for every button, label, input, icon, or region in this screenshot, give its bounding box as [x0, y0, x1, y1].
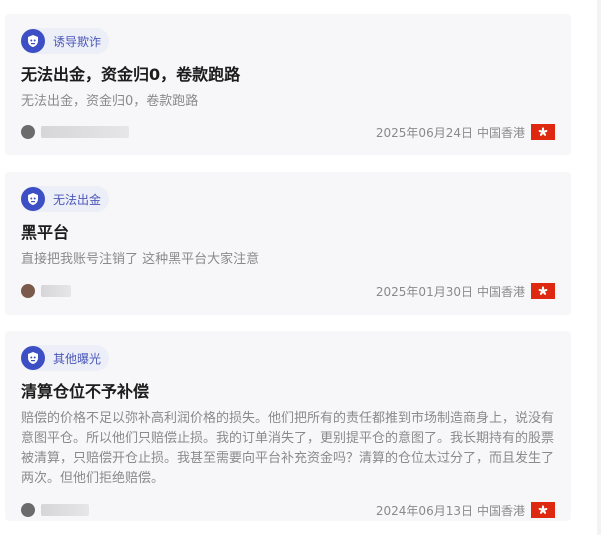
card-title[interactable]: 无法出金，资金归0，卷款跑路 [21, 64, 555, 86]
post-meta: 2025年06月24日 中国香港 [376, 124, 555, 141]
username-blurred [41, 126, 129, 138]
avatar [21, 284, 35, 298]
avatar [21, 503, 35, 517]
user-info[interactable] [21, 503, 89, 517]
complaint-card[interactable]: 其他曝光 清算仓位不予补偿 赔偿的价格不足以弥补高利润价格的损失。他们把所有的责… [5, 331, 571, 521]
post-date: 2025年06月24日 [375, 125, 473, 140]
post-region: 中国香港 [476, 284, 525, 299]
card-title[interactable]: 清算仓位不予补偿 [21, 381, 555, 403]
card-footer: 2024年06月13日 中国香港 [21, 501, 555, 519]
category-tag[interactable]: 无法出金 [21, 186, 110, 212]
card-footer: 2025年06月24日 中国香港 [21, 123, 555, 141]
hong-kong-flag-icon [531, 502, 555, 518]
bug-shield-icon [21, 187, 45, 211]
card-footer: 2025年01月30日 中国香港 [21, 282, 555, 300]
post-region: 中国香港 [476, 503, 525, 518]
category-tag-label: 诱导欺诈 [53, 34, 102, 49]
post-date: 2025年01月30日 [375, 284, 473, 299]
avatar [21, 125, 35, 139]
user-info[interactable] [21, 284, 71, 298]
category-tag-label: 无法出金 [53, 192, 102, 207]
post-region: 中国香港 [476, 125, 525, 140]
post-date: 2024年06月13日 [375, 503, 473, 518]
bug-shield-icon [21, 29, 45, 53]
card-description: 直接把我账号注销了 这种黑平台大家注意 [21, 252, 260, 267]
complaint-card[interactable]: 无法出金 黑平台 直接把我账号注销了 这种黑平台大家注意 2025年01月30日… [5, 172, 571, 315]
post-meta: 2025年01月30日 中国香港 [376, 283, 555, 300]
hong-kong-flag-icon [531, 283, 555, 299]
complaint-card[interactable]: 诱导欺诈 无法出金，资金归0，卷款跑路 无法出金，资金归0，卷款跑路 2025年… [5, 14, 571, 155]
scroll-edge [597, 0, 601, 535]
category-tag-label: 其他曝光 [53, 351, 102, 366]
hong-kong-flag-icon [531, 124, 555, 140]
bug-shield-icon [21, 346, 45, 370]
post-meta: 2024年06月13日 中国香港 [376, 502, 555, 519]
username-blurred [41, 285, 71, 297]
category-tag[interactable]: 其他曝光 [21, 345, 110, 371]
card-title[interactable]: 黑平台 [21, 222, 555, 244]
username-blurred [41, 504, 89, 516]
category-tag[interactable]: 诱导欺诈 [21, 28, 110, 54]
page: 诱导欺诈 无法出金，资金归0，卷款跑路 无法出金，资金归0，卷款跑路 2025年… [0, 0, 601, 535]
user-info[interactable] [21, 125, 129, 139]
card-description: 赔偿的价格不足以弥补高利润价格的损失。他们把所有的责任都推到市场制造商身上，说没… [21, 411, 555, 486]
card-description: 无法出金，资金归0，卷款跑路 [21, 94, 199, 109]
